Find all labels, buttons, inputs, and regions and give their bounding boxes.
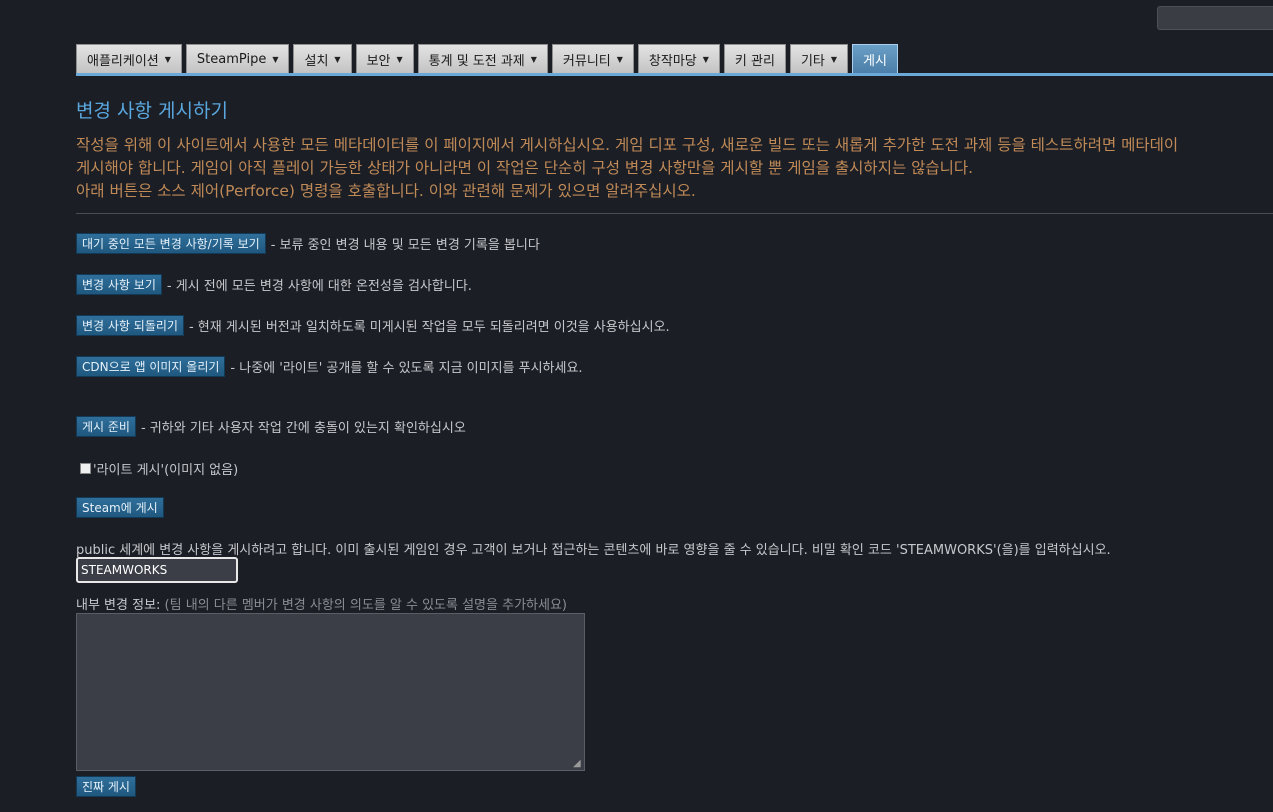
view-pending-desc: - 보류 중인 변경 내용 및 모든 변경 기록을 봅니다 [270,238,540,253]
chevron-down-icon: ▼ [164,55,171,64]
tab-8[interactable]: 기타 ▼ [789,44,849,74]
tab-label: 통계 및 도전 과제 [428,54,525,69]
tab-label: 키 관리 [734,54,775,69]
internal-notes-title: 내부 변경 정보: [76,598,161,613]
top-search-box[interactable] [1157,6,1273,30]
tab-label: 게시 [863,54,887,69]
publish-steam-row: Steam에 게시 [76,497,164,518]
tab-label: 보안 [366,54,391,69]
tab-4[interactable]: 통계 및 도전 과제 ▼ [417,44,548,74]
tab-label: SteamPipe [196,52,267,67]
tab-6[interactable]: 창작마당 ▼ [637,44,720,74]
tab-7[interactable]: 키 관리 [723,44,786,74]
prepare-publish-desc: - 귀하와 기타 사용자 작업 간에 충돌이 있는지 확인하십시오 [140,421,466,436]
confirm-code-input[interactable] [76,557,238,583]
internal-notes-textarea[interactable] [76,613,585,771]
chevron-down-icon: ▼ [616,55,623,64]
chevron-down-icon: ▼ [334,55,341,64]
final-publish-row: 진짜 게시 [76,776,136,797]
final-publish-button[interactable]: 진짜 게시 [76,776,136,797]
revert-row: 변경 사항 되돌리기 - 현재 게시된 버전과 일치하도록 미게시된 작업을 모… [76,315,670,336]
chevron-down-icon: ▼ [396,55,403,64]
intro-line-3: 아래 버튼은 소스 제어(Perforce) 명령을 호출합니다. 이와 관련해… [76,182,696,200]
tab-label: 기타 [800,54,825,69]
lite-publish-checkbox[interactable] [80,463,91,474]
tab-label: 애플리케이션 [87,54,159,69]
chevron-down-icon: ▼ [272,55,279,64]
tab-2[interactable]: 설치 ▼ [293,44,352,74]
top-nav-tabs: 애플리케이션 ▼ SteamPipe ▼ 설치 ▼ 보안 ▼ 통계 및 도전 과제 ▼ 커뮤니티 ▼ 창… [76,44,898,74]
lite-publish-row: '라이트 게시'(이미지 없음) [76,459,238,478]
view-pending-button[interactable]: 대기 중인 모든 변경 사항/기록 보기 [76,233,266,254]
chevron-down-icon: ▼ [830,55,838,64]
page-title: 변경 사항 게시하기 [76,100,228,122]
section-divider [76,213,1273,214]
lite-publish-label: '라이트 게시'(이미지 없음) [93,463,239,478]
tab-5[interactable]: 커뮤니티 ▼ [551,44,634,74]
revert-changes-button[interactable]: 변경 사항 되돌리기 [76,315,184,336]
internal-notes-label: 내부 변경 정보: (팀 내의 다른 멤버가 변경 사항의 의도를 알 수 있도… [76,594,567,613]
chevron-down-icon: ▼ [530,55,537,64]
view-changes-desc: - 게시 전에 모든 변경 사항에 대한 온전성을 검사합니다. [166,279,472,294]
tab-label: 커뮤니티 [562,54,611,69]
publish-warning-text: public 세계에 변경 사항을 게시하려고 합니다. 이미 출시된 게임인 … [76,543,1111,558]
tab-label: 설치 [304,54,329,69]
prepare-publish-button[interactable]: 게시 준비 [76,416,136,437]
view-changes-button[interactable]: 변경 사항 보기 [76,274,162,295]
revert-changes-desc: - 현재 게시된 버전과 일치하도록 미게시된 작업을 모두 되돌리려면 이것을… [188,320,670,335]
tab-9[interactable]: 게시 [852,44,898,74]
publish-to-steam-button[interactable]: Steam에 게시 [76,497,164,518]
prepare-row: 게시 준비 - 귀하와 기타 사용자 작업 간에 충돌이 있는지 확인하십시오 [76,416,466,437]
view-pending-row: 대기 중인 모든 변경 사항/기록 보기 - 보류 중인 변경 내용 및 모든 … [76,233,540,254]
cdn-upload-button[interactable]: CDN으로 앱 이미지 올리기 [76,356,226,377]
intro-line-2: 게시해야 합니다. 게임이 아직 플레이 가능한 상태가 아니라면 이 작업은 … [76,159,974,177]
tab-1[interactable]: SteamPipe ▼ [185,44,290,74]
resize-grip-icon[interactable]: ◢ [573,759,583,769]
tab-3[interactable]: 보안 ▼ [355,44,414,74]
internal-notes-hint: (팀 내의 다른 멤버가 변경 사항의 의도를 알 수 있도록 설명을 추가하세… [164,598,567,613]
chevron-down-icon: ▼ [702,55,709,64]
cdn-upload-desc: - 나중에 '라이트' 공개를 할 수 있도록 지금 이미지를 푸시하세요. [230,361,583,376]
tab-label: 창작마당 [648,54,697,69]
cdn-row: CDN으로 앱 이미지 올리기 - 나중에 '라이트' 공개를 할 수 있도록 … [76,356,583,377]
tab-underline [76,73,1273,76]
intro-line-1: 작성을 위해 이 사이트에서 사용한 모든 메타데이터를 이 페이지에서 게시하… [76,136,1179,154]
intro-text: 작성을 위해 이 사이트에서 사용한 모든 메타데이터를 이 페이지에서 게시하… [76,134,1273,203]
tab-0[interactable]: 애플리케이션 ▼ [76,44,182,74]
view-diff-row: 변경 사항 보기 - 게시 전에 모든 변경 사항에 대한 온전성을 검사합니다… [76,274,472,295]
